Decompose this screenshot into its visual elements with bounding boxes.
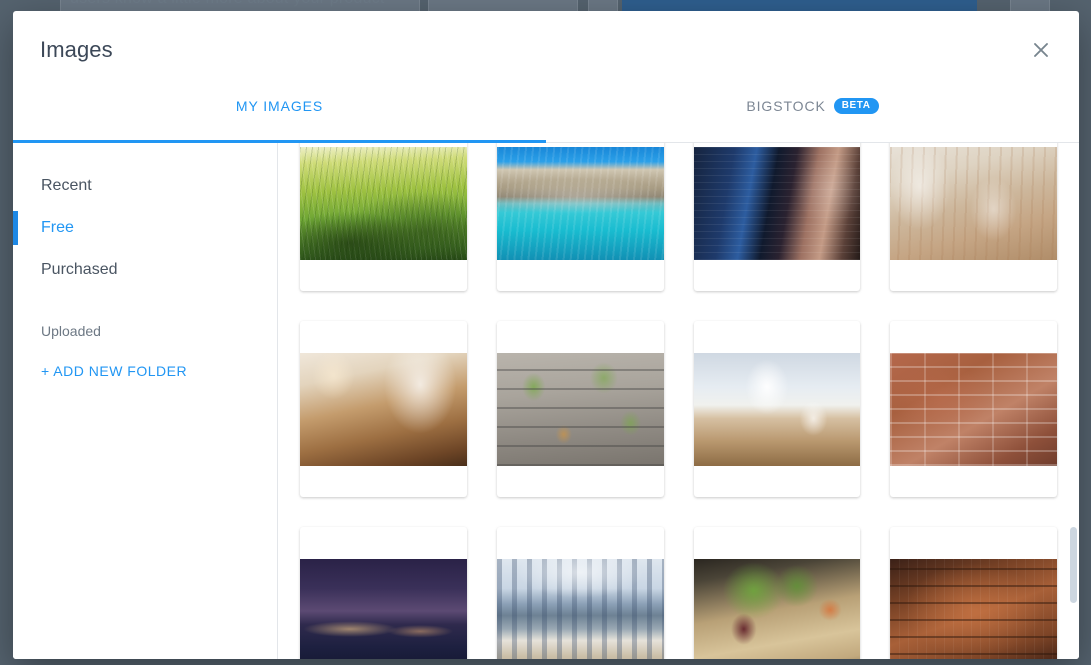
tab-my-images-label: MY IMAGES (235, 98, 324, 114)
images-dialog: Images MY IMAGES BIGSTOCK BETA Recent Fr… (13, 11, 1079, 659)
sidebar-item-label: Recent (41, 177, 92, 194)
image-thumbnail-turquoise-lagoon-cliffs (496, 146, 664, 260)
backdrop-hint-text: users know a little more about your prod… (70, 0, 385, 8)
images-grid-scroll-area[interactable] (278, 143, 1079, 659)
image-card[interactable] (693, 143, 861, 291)
sidebar-group-uploaded: Uploaded (41, 323, 101, 339)
grid-scrollbar-thumb[interactable] (1070, 527, 1077, 603)
tab-bigstock[interactable]: BIGSTOCK BETA (546, 89, 1079, 142)
page-title: Images (40, 37, 113, 62)
folders-sidebar: Recent Free Purchased Uploaded + ADD NEW… (13, 143, 278, 659)
close-button[interactable] (1025, 34, 1057, 66)
image-thumbnail-dark-wood-planks (890, 558, 1057, 659)
image-thumbnail-city-skyline-waterfront (496, 558, 664, 659)
dialog-tabs: MY IMAGES BIGSTOCK BETA (13, 89, 1079, 143)
image-card[interactable] (300, 527, 467, 659)
sidebar-item-label: Free (41, 219, 74, 236)
sidebar-item-purchased[interactable]: Purchased (13, 249, 277, 291)
image-card[interactable] (693, 321, 861, 497)
image-card[interactable] (693, 527, 861, 659)
image-card[interactable] (496, 321, 664, 497)
dialog-body: Recent Free Purchased Uploaded + ADD NEW… (13, 143, 1079, 659)
beta-badge: BETA (833, 98, 879, 114)
image-card[interactable] (890, 527, 1057, 659)
image-thumbnail-red-brick-wall (890, 352, 1057, 466)
close-icon (1034, 43, 1048, 57)
dialog-header: Images (13, 11, 1079, 89)
image-thumbnail-weathered-wood-planks (496, 352, 664, 466)
image-thumbnail-laptop-code-coffee-mug (693, 146, 861, 260)
images-grid (278, 143, 1079, 659)
sidebar-item-label: Purchased (41, 261, 118, 278)
image-card[interactable] (300, 143, 467, 291)
image-thumbnail-vegetables-cutting-board (693, 558, 861, 659)
image-thumbnail-cafe-wooden-table (300, 352, 467, 466)
grid-scrollbar-track[interactable] (1069, 143, 1079, 659)
image-thumbnail-desk-mouse-glasses (693, 352, 861, 466)
tab-bigstock-label: BIGSTOCK (746, 98, 826, 114)
add-new-folder-button[interactable]: + ADD NEW FOLDER (13, 351, 277, 391)
sidebar-item-recent[interactable]: Recent (13, 165, 277, 207)
image-card[interactable] (496, 527, 664, 659)
image-card[interactable] (890, 321, 1057, 497)
image-card[interactable] (496, 143, 664, 291)
image-thumbnail-brooklyn-bridge-night (300, 558, 467, 659)
image-card[interactable] (890, 143, 1057, 291)
image-thumbnail-desk-flatlay-notebooks (890, 146, 1057, 260)
sidebar-item-free[interactable]: Free (13, 207, 277, 249)
image-thumbnail-green-grass-field (300, 146, 467, 260)
tab-my-images[interactable]: MY IMAGES (13, 89, 546, 143)
image-card[interactable] (300, 321, 467, 497)
